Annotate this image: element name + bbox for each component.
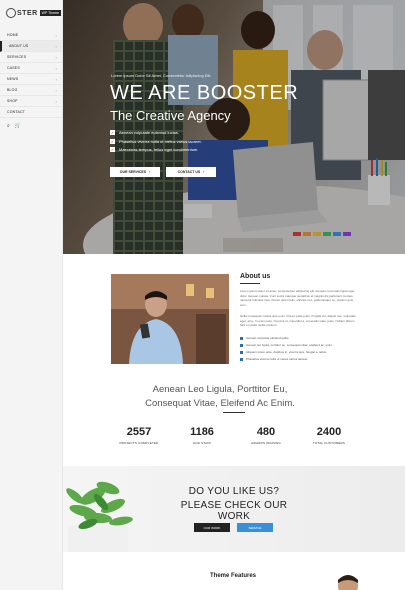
chevron-right-icon: › [55, 87, 57, 93]
stat-staff: 1186 OUR STAFF [170, 426, 234, 445]
quote-line-1: Aenean Leo Ligula, Porttitor Eu, [152, 384, 288, 395]
hero-list-item: ✓ Maecenas tempus, tellus eget condimentu… [110, 147, 202, 152]
stat-number: 1186 [190, 426, 214, 438]
bullet-icon [240, 357, 243, 361]
cart-icon[interactable]: 🛒 [15, 123, 21, 129]
nav-item-news[interactable]: NEWS › [0, 74, 62, 85]
hero-title: WE ARE BOOSTER [110, 82, 299, 104]
about-list-text: Aliquam lorem ante, dapibus in, viverra … [246, 350, 327, 354]
stat-customers: 2400 TOTAL CUSTOMERS [297, 426, 361, 445]
check-icon: ✓ [110, 130, 115, 135]
stat-label: TOTAL CUSTOMERS [312, 441, 346, 445]
logo[interactable]: STER WP Theme [0, 0, 62, 26]
nav-item-blog[interactable]: BLOG › [0, 85, 62, 96]
logo-text: STER [17, 9, 38, 17]
contact-us-button[interactable]: CONTACT US › [166, 167, 216, 177]
about-title: About us [240, 273, 271, 280]
nav-label: ABOUT US [9, 44, 29, 48]
search-icon[interactable]: ⌕ [7, 123, 10, 129]
hero-tagline: Lorem ipsum Dolor Sit Amet, Consectetur … [111, 73, 212, 78]
nav-label: CASES [7, 66, 20, 70]
banner-heading-1: DO YOU LIKE US? [188, 486, 280, 497]
features-photo [330, 572, 366, 590]
about-paragraph-2: Nulla consequat massa quis enim. Donec p… [240, 314, 356, 327]
nav-item-shop[interactable]: SHOP › [0, 96, 62, 107]
our-services-button[interactable]: OUR SERVICES › [110, 167, 160, 177]
nav-item-cases[interactable]: CASES › [0, 63, 62, 74]
button-label: OUR SERVICES [119, 170, 147, 174]
nav-item-home[interactable]: HOME › [0, 30, 62, 41]
about-divider [240, 283, 260, 284]
quote-divider [223, 412, 245, 413]
hero-list: ✓ Aenean vulputate euismod luctus. ✓ Phase… [110, 130, 202, 156]
check-icon: ✓ [110, 138, 115, 144]
about-paragraph-1: Lorem ipsum dolor sit amet, consectetuer… [240, 289, 355, 307]
stat-number: 480 [256, 426, 276, 438]
nav-label: SERVICES [7, 55, 27, 59]
about-list-item: Phasellus viverra nulla ut metus varius … [240, 357, 333, 361]
arrow-right-icon: › [149, 170, 151, 174]
button-label: CONTACT US [177, 170, 201, 174]
stat-label: OUR STAFF [192, 441, 212, 445]
chevron-right-icon: › [55, 65, 57, 71]
nav-label: CONTACT [7, 110, 26, 114]
hero-photo [63, 0, 405, 254]
service-button[interactable]: SERVICE [237, 523, 273, 532]
logo-badge: WP Theme [39, 10, 62, 16]
sidebar: STER WP Theme HOME › ABOUT US › SERVICES › … [0, 0, 63, 590]
hero-subtitle: The Creative Agency [110, 108, 231, 123]
about-list-text: Aenean leo ligula, porttitor eu, consequ… [246, 343, 333, 347]
stat-label: AWARDS WINNING [251, 441, 281, 445]
hero-list-text: Aenean vulputate euismod luctus. [119, 130, 180, 135]
nav-label: HOME [7, 33, 19, 37]
nav-label: NEWS [7, 77, 19, 81]
about-list-item: Aliquam lorem ante, dapibus in, viverra … [240, 350, 333, 354]
logo-ring-icon [6, 8, 16, 18]
nav-item-contact[interactable]: CONTACT [0, 107, 62, 118]
our-work-button[interactable]: OUR WORK [194, 523, 230, 532]
about-list: Aenean vulputate eleifend tellus. Aenean… [240, 336, 333, 364]
chevron-right-icon: › [55, 43, 57, 49]
about-list-text: Phasellus viverra nulla ut metus varius … [246, 357, 309, 361]
stat-number: 2557 [126, 426, 152, 438]
nav-item-services[interactable]: SERVICES › [0, 52, 62, 63]
bullet-icon [240, 336, 243, 340]
plant-image [66, 481, 133, 552]
stat-projects: 2557 PROJECTS COMPLETED [107, 426, 171, 445]
about-list-item: Aenean leo ligula, porttitor eu, consequ… [240, 343, 333, 347]
arrow-right-icon: › [203, 170, 205, 174]
nav-label: BLOG [7, 88, 18, 92]
sidebar-tools: ⌕ 🛒 [0, 118, 62, 134]
nav-item-about-us[interactable]: ABOUT US › [0, 41, 62, 52]
hero-list-text: Phasellus viverra nulla ut metus varius … [119, 138, 202, 144]
chevron-right-icon: › [55, 32, 57, 38]
chevron-right-icon: › [55, 76, 57, 82]
banner-heading-2: PLEASE CHECK OUR WORK [180, 500, 288, 522]
hero-section: Lorem ipsum Dolor Sit Amet, Consectetur … [63, 0, 405, 254]
hero-list-text: Maecenas tempus, tellus eget condimentum… [119, 147, 199, 152]
stat-number: 2400 [316, 426, 342, 438]
chevron-right-icon: › [55, 98, 57, 104]
chevron-right-icon: › [55, 54, 57, 60]
cta-banner: DO YOU LIKE US? PLEASE CHECK OUR WORK OU… [63, 466, 405, 552]
hero-list-item: ✓ Phasellus viverra nulla ut metus varius… [110, 138, 202, 144]
bullet-icon [240, 350, 243, 354]
quote-line-2: Consequat Vitae, Eleifend Ac Enim. [145, 398, 295, 409]
nav-label: SHOP [7, 99, 18, 103]
check-icon: ✓ [110, 147, 115, 152]
bullet-icon [240, 343, 243, 347]
main-nav: HOME › ABOUT US › SERVICES › CASES › NEWS › B… [0, 30, 62, 118]
about-list-item: Aenean vulputate eleifend tellus. [240, 336, 333, 340]
about-list-text: Aenean vulputate eleifend tellus. [246, 336, 290, 340]
about-photo [111, 274, 229, 364]
stat-awards: 480 AWARDS WINNING [234, 426, 298, 445]
features-title: Theme Features [210, 573, 257, 579]
stat-label: PROJECTS COMPLETED [119, 441, 159, 445]
hero-list-item: ✓ Aenean vulputate euismod luctus. [110, 130, 202, 135]
